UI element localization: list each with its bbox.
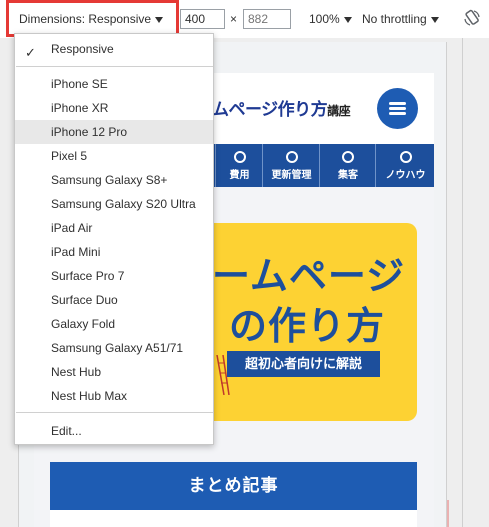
menu-bar — [389, 107, 406, 110]
nav-item-cost[interactable]: 費用 — [215, 144, 263, 187]
hero-heading-line2: の作り方 — [229, 306, 386, 348]
device-option-nest-hub[interactable]: Nest Hub — [15, 360, 213, 384]
nav-label: 費用 — [229, 170, 250, 181]
nav-item-update[interactable]: 更新管理 — [262, 144, 320, 187]
caret-down-icon — [430, 16, 439, 23]
device-option-ipad-mini[interactable]: iPad Mini — [15, 240, 213, 264]
device-dropdown-menu: ✓ Responsive iPhone SE iPhone XR iPhone … — [14, 33, 214, 445]
device-option-label: iPhone 12 Pro — [51, 125, 128, 139]
nav-item-knowhow[interactable]: ノウハウ — [375, 144, 435, 187]
device-option-label: Nest Hub — [51, 365, 102, 379]
zoom-label: 100% — [309, 12, 340, 26]
throttling-label: No throttling — [362, 12, 427, 26]
device-option-label: iPad Mini — [51, 245, 101, 259]
menu-bar — [389, 112, 406, 115]
content-card — [50, 510, 417, 527]
device-option-pixel-5[interactable]: Pixel 5 — [15, 144, 213, 168]
highlight-annotation — [6, 0, 179, 37]
device-option-label: Samsung Galaxy A51/71 — [51, 341, 184, 355]
menu-bar — [389, 102, 406, 105]
checkmark-icon: ✓ — [25, 45, 36, 60]
device-option-galaxy-s20-ultra[interactable]: Samsung Galaxy S20 Ultra — [15, 192, 213, 216]
device-option-galaxy-s8plus[interactable]: Samsung Galaxy S8+ — [15, 168, 213, 192]
caret-down-icon — [343, 16, 352, 23]
hero-heading-line1: ームページ — [212, 256, 406, 298]
device-option-label: iPhone XR — [51, 101, 109, 115]
device-option-label: Galaxy Fold — [51, 317, 116, 331]
height-input[interactable] — [243, 9, 291, 29]
device-option-label: Surface Pro 7 — [51, 269, 125, 283]
refresh-icon — [285, 151, 298, 163]
device-option-label: Surface Duo — [51, 293, 118, 307]
nav-label: 更新管理 — [271, 170, 312, 181]
megaphone-icon — [342, 151, 354, 163]
throttling-dropdown[interactable]: No throttling — [362, 12, 439, 26]
summary-articles-banner[interactable]: まとめ記事 — [50, 462, 417, 510]
menu-divider — [16, 412, 213, 413]
device-option-iphone-se[interactable]: iPhone SE — [15, 72, 213, 96]
device-option-edit[interactable]: Edit... — [15, 419, 213, 443]
hamburger-menu-button[interactable] — [377, 88, 418, 129]
device-option-surface-duo[interactable]: Surface Duo — [15, 288, 213, 312]
device-option-label: Pixel 5 — [51, 149, 88, 163]
device-option-label: Edit... — [51, 424, 82, 438]
rotate-icon[interactable] — [463, 9, 481, 27]
nav-label: ノウハウ — [385, 170, 426, 181]
device-option-galaxy-a51-71[interactable]: Samsung Galaxy A51/71 — [15, 336, 213, 360]
device-option-responsive[interactable]: ✓ Responsive — [15, 37, 213, 61]
site-title-main: ムページ作り方 — [212, 100, 328, 119]
width-input[interactable] — [180, 9, 225, 29]
device-option-label: Nest Hub Max — [51, 389, 128, 403]
nav-label: 集客 — [338, 170, 358, 181]
resize-guide[interactable] — [462, 38, 463, 527]
device-option-ipad-air[interactable]: iPad Air — [15, 216, 213, 240]
device-option-iphone-12-pro[interactable]: iPhone 12 Pro — [15, 120, 213, 144]
site-title-suffix: 講座 — [327, 104, 351, 118]
device-option-nest-hub-max[interactable]: Nest Hub Max — [15, 384, 213, 408]
device-option-label: Samsung Galaxy S20 Ultra — [51, 197, 196, 211]
menu-divider — [16, 66, 213, 67]
hero-badge: 超初心者向けに解説 — [227, 351, 380, 377]
device-option-iphone-xr[interactable]: iPhone XR — [15, 96, 213, 120]
device-option-label: iPhone SE — [51, 77, 108, 91]
resize-handle[interactable] — [447, 500, 449, 527]
device-option-label: Responsive — [51, 42, 114, 56]
lightbulb-icon — [399, 151, 412, 163]
device-option-label: Samsung Galaxy S8+ — [51, 173, 168, 187]
site-title[interactable]: ムページ作り方講座 — [212, 95, 351, 120]
device-option-label: iPad Air — [51, 221, 93, 235]
yen-icon — [233, 151, 246, 163]
nav-item-marketing[interactable]: 集客 — [319, 144, 376, 187]
zoom-dropdown[interactable]: 100% — [309, 12, 352, 26]
device-option-galaxy-fold[interactable]: Galaxy Fold — [15, 312, 213, 336]
times-symbol: × — [230, 12, 238, 26]
device-option-surface-pro-7[interactable]: Surface Pro 7 — [15, 264, 213, 288]
